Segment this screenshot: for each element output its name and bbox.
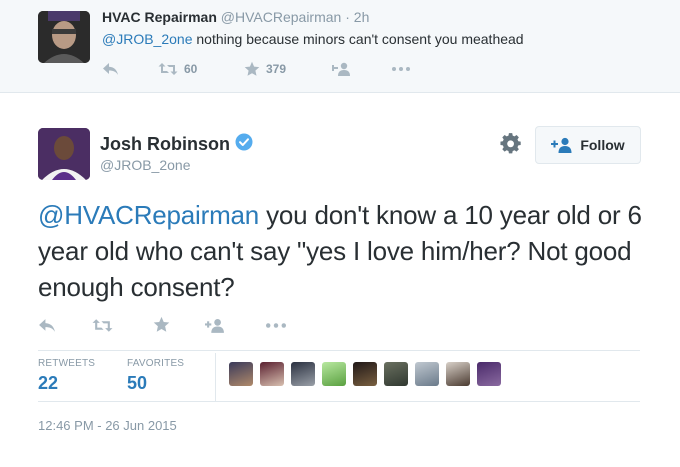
favoriter-avatar[interactable] xyxy=(322,362,346,386)
reply-tweet[interactable]: HVAC Repairman @HVACRepairman · 2h @JROB… xyxy=(0,0,680,93)
retweet-icon xyxy=(158,63,178,75)
hvac-repairman-avatar[interactable] xyxy=(38,11,90,63)
retweet-icon xyxy=(92,318,113,332)
reply-handle[interactable]: @HVACRepairman xyxy=(221,9,342,25)
reply-actions: 60 379 xyxy=(102,60,422,78)
reply-more-button[interactable] xyxy=(392,60,410,78)
retweets-label: RETWEETS xyxy=(38,358,96,369)
reply-icon xyxy=(103,63,118,75)
main-reply-button[interactable] xyxy=(38,316,56,334)
reply-separator: · xyxy=(345,9,350,25)
retweets-value: 22 xyxy=(38,373,59,393)
gear-icon[interactable] xyxy=(500,133,522,155)
reply-retweet-button[interactable]: 60 xyxy=(158,60,197,78)
follow-button[interactable]: Follow xyxy=(535,126,641,164)
star-icon xyxy=(244,61,260,76)
retweets-stat[interactable]: RETWEETS 22 xyxy=(38,358,95,394)
main-handle[interactable]: @JROB_2one xyxy=(100,157,190,173)
follow-button-label: Follow xyxy=(580,137,625,153)
stats-bottom-divider xyxy=(38,401,640,402)
favoriter-avatar[interactable] xyxy=(353,362,377,386)
favorites-stat[interactable]: FAVORITES 50 xyxy=(127,358,184,394)
main-mention-link[interactable]: @HVACRepairman xyxy=(38,200,259,230)
favoriter-avatar[interactable] xyxy=(446,362,470,386)
favoriter-avatar[interactable] xyxy=(260,362,284,386)
follow-plus-icon xyxy=(332,62,350,76)
reply-reply-button[interactable] xyxy=(102,60,119,78)
reply-text: @JROB_2one nothing because minors can't … xyxy=(102,31,524,47)
follow-plus-icon xyxy=(551,137,572,153)
main-retweet-button[interactable] xyxy=(92,316,113,334)
favorites-value: 50 xyxy=(127,373,148,393)
star-icon xyxy=(153,316,170,332)
reply-follow-button[interactable] xyxy=(332,60,352,78)
favorites-label: FAVORITES xyxy=(127,358,185,369)
favoriter-avatars xyxy=(229,362,508,386)
main-display-name[interactable]: Josh Robinson xyxy=(100,134,230,155)
reply-favorite-count: 379 xyxy=(266,62,287,76)
reply-text-body: nothing because minors can't consent you… xyxy=(192,31,524,47)
more-dots-icon xyxy=(392,67,410,71)
reply-header: HVAC Repairman @HVACRepairman · 2h xyxy=(102,9,369,25)
main-more-button[interactable] xyxy=(266,316,286,334)
verified-badge-icon xyxy=(235,133,253,156)
main-actions xyxy=(38,315,338,335)
josh-robinson-avatar[interactable] xyxy=(38,128,90,180)
main-tweet-text: @HVACRepairman you don't know a 10 year … xyxy=(38,197,648,305)
stats-top-divider xyxy=(38,350,640,351)
favoriter-avatar[interactable] xyxy=(415,362,439,386)
reply-mention-link[interactable]: @JROB_2one xyxy=(102,31,192,47)
follow-plus-icon xyxy=(205,318,224,333)
main-favorite-button[interactable] xyxy=(153,315,170,333)
favoriter-avatar[interactable] xyxy=(291,362,315,386)
tweet-stats: RETWEETS 22 FAVORITES 50 xyxy=(38,353,640,401)
more-dots-icon xyxy=(266,322,286,328)
favoriter-avatar[interactable] xyxy=(384,362,408,386)
reply-icon xyxy=(39,318,55,332)
reply-favorite-button[interactable]: 379 xyxy=(244,60,286,78)
main-display-name-row: Josh Robinson xyxy=(100,133,253,156)
reply-retweet-count: 60 xyxy=(184,62,198,76)
reply-time[interactable]: 2h xyxy=(354,9,370,25)
stats-separator xyxy=(215,353,216,401)
tweet-timestamp[interactable]: 12:46 PM - 26 Jun 2015 xyxy=(38,418,177,433)
favoriter-avatar[interactable] xyxy=(477,362,501,386)
favoriter-avatar[interactable] xyxy=(229,362,253,386)
reply-display-name[interactable]: HVAC Repairman xyxy=(102,9,217,25)
main-follow-action-button[interactable] xyxy=(205,316,226,334)
